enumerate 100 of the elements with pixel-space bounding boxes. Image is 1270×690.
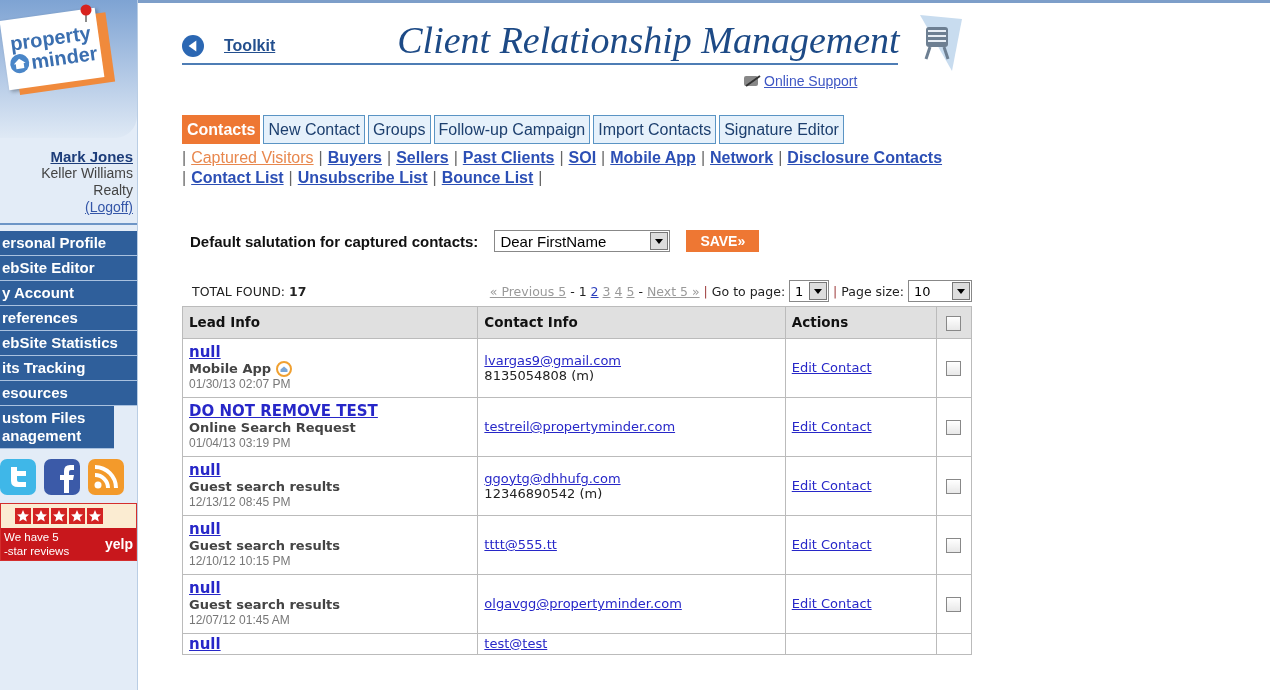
star-icon (69, 508, 85, 524)
dash-text: - (570, 283, 575, 299)
lead-name-link[interactable]: null (189, 461, 221, 479)
column-header: Actions (785, 306, 937, 338)
divider-text: | (559, 148, 564, 168)
filter-link[interactable]: Network (710, 148, 774, 168)
logoff-link[interactable]: (Logoff) (85, 199, 133, 215)
filter-link[interactable]: Mobile App (610, 148, 696, 168)
total-found-label: TOTAL FOUND: 17 (191, 283, 307, 299)
review-text: We have 5 -star reviews (4, 530, 70, 558)
lead-name-link[interactable]: null (189, 579, 221, 597)
lead-name-link[interactable]: DO NOT REMOVE TEST (189, 402, 378, 420)
filter-link[interactable]: Sellers (396, 148, 449, 168)
row-checkbox[interactable] (946, 596, 962, 612)
company-name: Keller Williams Realty (40, 165, 133, 199)
caret-icon (655, 238, 664, 244)
tab[interactable]: Import Contacts (593, 115, 717, 144)
divider-text: | (538, 168, 543, 188)
filter-link[interactable]: Disclosure Contacts (787, 148, 943, 168)
email-link[interactable]: test@test (484, 635, 548, 651)
caret-icon (957, 288, 965, 294)
lead-date: 12/13/12 08:45 PM (189, 494, 292, 510)
lead-source: Guest search results (189, 596, 341, 613)
filter-link[interactable]: Bounce List (441, 168, 534, 188)
lead-source: Guest search results (189, 478, 341, 495)
go-to-page-label: Go to page: (711, 283, 786, 299)
lead-source: Online Search Request (189, 419, 356, 436)
sidebar-item[interactable]: esources (0, 381, 137, 406)
lead-source: Guest search results (189, 537, 341, 554)
email-link[interactable]: testreil@propertyminder.com (484, 419, 676, 434)
email-link[interactable]: olgavgg@propertyminder.com (484, 596, 682, 611)
edit-contact-link[interactable]: Edit Contact (791, 360, 872, 375)
filter-link[interactable]: Contact List (191, 168, 284, 188)
edit-contact-link[interactable]: Edit Contact (791, 596, 872, 611)
lead-date: 01/30/13 02:07 PM (189, 376, 292, 392)
filter-link[interactable]: Unsubscribe List (297, 168, 428, 188)
page-title: Client Relationship Management (397, 18, 900, 63)
lead-date: 01/04/13 03:19 PM (189, 435, 292, 451)
edit-contact-link[interactable]: Edit Contact (791, 537, 872, 552)
salutation-dropdown[interactable]: Dear FirstName (494, 230, 671, 252)
page-size-label: Page size: (841, 283, 904, 299)
sidebar-item[interactable]: ersonal Profile (0, 231, 137, 256)
sidebar-item[interactable]: ebSite Editor (0, 256, 137, 281)
page-link[interactable]: 1 (578, 283, 587, 299)
user-name-link[interactable]: Mark Jones (50, 148, 133, 165)
row-checkbox[interactable] (946, 419, 962, 435)
filter-link[interactable]: SOI (568, 148, 597, 168)
phone-number: 8135054808 (m) (484, 367, 594, 383)
divider-text: | (182, 148, 187, 168)
lead-name-link[interactable]: null (189, 520, 221, 538)
divider-text: | (182, 168, 187, 188)
tab[interactable]: Groups (368, 115, 431, 144)
row-checkbox[interactable] (946, 478, 962, 494)
bird-icon[interactable] (0, 459, 36, 495)
toolkit-link[interactable]: Toolkit (224, 37, 276, 55)
salutation-label: Default salutation for captured contacts: (190, 232, 479, 250)
page-size-dropdown[interactable]: 10 (908, 280, 972, 302)
star-icon (51, 508, 67, 524)
divider-text: | (700, 148, 706, 168)
review-badge[interactable]: We have 5 -star reviews yelp (0, 503, 137, 561)
online-support-link[interactable]: Online Support (764, 73, 858, 89)
page-link[interactable]: 2 (590, 283, 599, 299)
row-checkbox[interactable] (946, 360, 962, 376)
pin-icon (80, 4, 92, 22)
divider-text: | (387, 148, 392, 168)
divider-text: | (288, 168, 293, 188)
lead-name-link[interactable]: null (189, 343, 221, 361)
sidebar-item[interactable]: ebSite Statistics (0, 331, 137, 356)
divider-text: | (318, 148, 323, 168)
rss-icon[interactable] (88, 459, 124, 495)
tab[interactable]: Signature Editor (719, 115, 844, 144)
edit-contact-link[interactable]: Edit Contact (791, 419, 872, 434)
sidebar-item[interactable]: references (0, 306, 137, 331)
edit-contact-link[interactable]: Edit Contact (791, 478, 872, 493)
row-checkbox[interactable] (946, 537, 962, 553)
star-icon (87, 508, 103, 524)
email-link[interactable]: tttt@555.tt (484, 537, 557, 552)
lead-name-link[interactable]: null (189, 635, 221, 653)
dash-text: - (638, 283, 643, 299)
facebook-icon[interactable] (44, 459, 80, 495)
star-icon (33, 508, 49, 524)
divider-text: | (432, 168, 437, 188)
tab[interactable]: Follow-up Campaign (433, 115, 591, 144)
column-header: Lead Info (182, 306, 478, 338)
email-link[interactable]: ggoytg@dhhufg.com (484, 470, 621, 486)
lead-date: 12/07/12 01:45 AM (189, 612, 291, 628)
sidebar-item[interactable]: its Tracking (0, 356, 137, 381)
email-link[interactable]: lvargas9@gmail.com (484, 352, 621, 368)
filter-link[interactable]: Buyers (327, 148, 382, 168)
page-dropdown[interactable]: 1 (789, 280, 830, 302)
sidebar-item[interactable]: y Account (0, 281, 137, 306)
divider-text: | (703, 283, 708, 299)
tab[interactable]: New Contact (263, 115, 366, 144)
select-all-checkbox[interactable] (946, 315, 962, 331)
column-header: Contact Info (477, 306, 786, 338)
sidebar-item[interactable]: ustom Files anagement (0, 406, 114, 449)
lead-source: Mobile App (189, 360, 272, 377)
yelp-logo: yelp (105, 536, 133, 552)
filter-link[interactable]: Past Clients (462, 148, 555, 168)
caret-icon (814, 288, 823, 294)
